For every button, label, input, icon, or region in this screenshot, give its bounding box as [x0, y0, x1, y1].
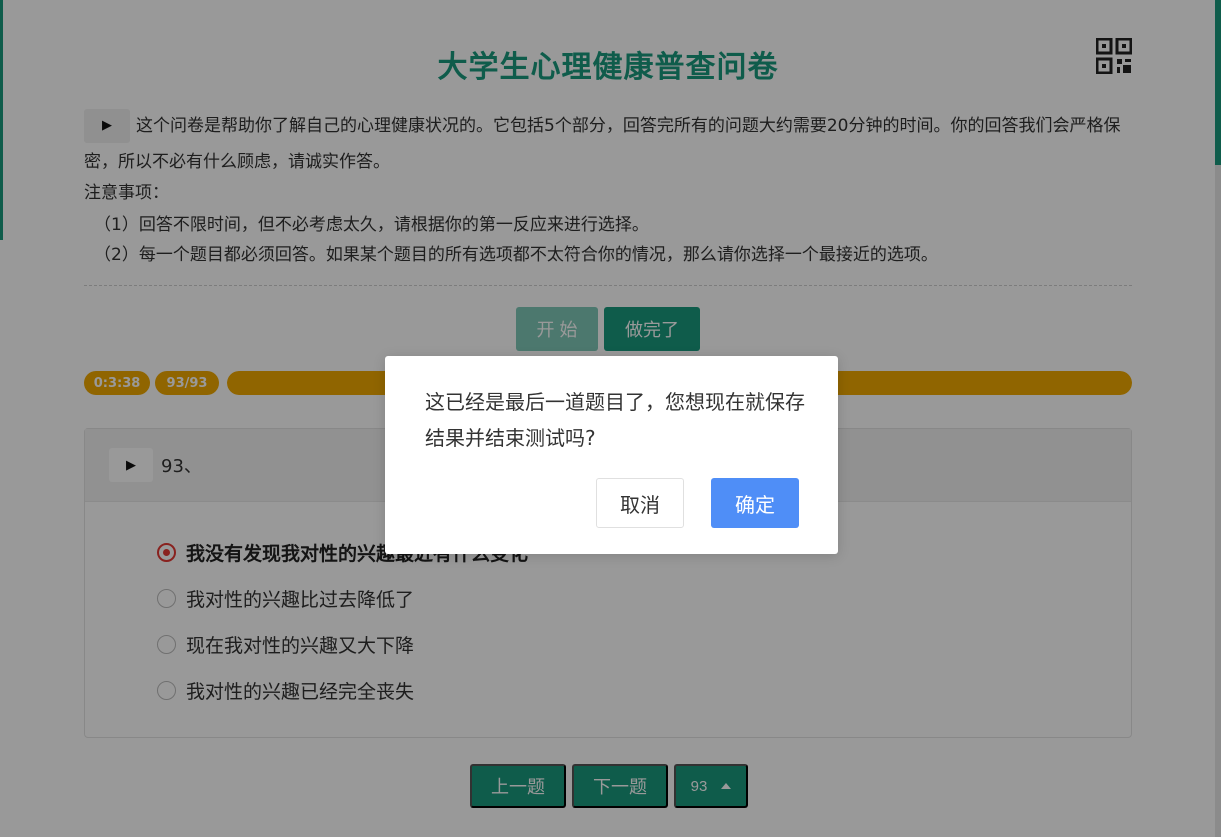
confirm-button[interactable]: 确定	[711, 478, 799, 528]
dialog-message: 这已经是最后一道题目了，您想现在就保存结果并结束测试吗?	[425, 390, 805, 450]
confirm-dialog: 这已经是最后一道题目了，您想现在就保存结果并结束测试吗? 取消 确定	[385, 356, 838, 554]
cancel-button[interactable]: 取消	[596, 478, 684, 528]
